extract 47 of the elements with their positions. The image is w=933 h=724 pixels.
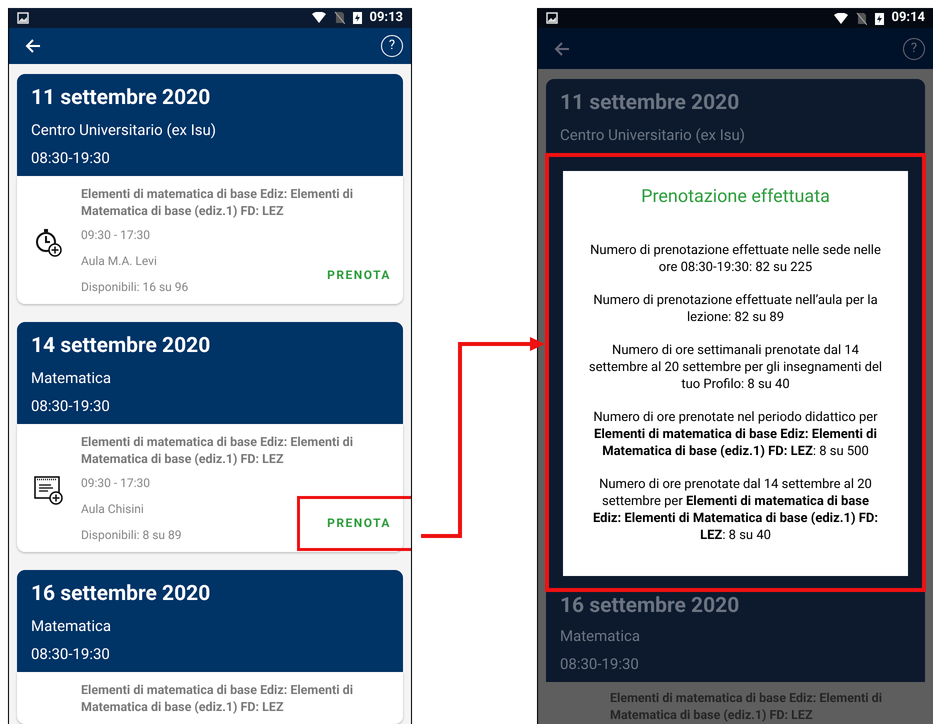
- lesson-time: 09:30 - 17:30: [81, 475, 152, 492]
- image-icon: [546, 12, 558, 24]
- status-time: 09:14: [892, 9, 925, 28]
- dialog-paragraph: Numero di ore prenotate dal 14 settembre al 20 settembre per Elementi di matematica di base Ediz: Elementi di Matematica di base (ediz.1) FD: LEZ: 8 su 40: [592, 476, 880, 544]
- card-date: 16 settembre 2020: [560, 594, 740, 618]
- card-location: Matematica: [560, 626, 641, 646]
- help-button[interactable]: ?: [903, 38, 925, 60]
- lesson-room: Aula M.A. Levi: [81, 253, 158, 270]
- lesson-availability: Disponibili: 16 su 96: [81, 279, 188, 296]
- lesson-title: Elementi di matematica di base Ediz: Elementi di Matematica di base (ediz.1) FD: LEZ: [610, 690, 883, 724]
- dialog-paragraph: Numero di prenotazione effettuate nell’aula per la lezione: 82 su 89: [592, 292, 879, 326]
- wifi-icon: [834, 12, 848, 24]
- card-date: 14 settembre 2020: [31, 333, 212, 360]
- lesson-room: Aula Chisini: [81, 501, 145, 518]
- card-hours: 08:30-19:30: [560, 654, 640, 674]
- card-location: Matematica: [31, 616, 112, 636]
- card-hours: 08:30-19:30: [31, 148, 111, 168]
- wifi-icon: [312, 12, 326, 24]
- lesson-title: Elementi di matematica di base Ediz: Elementi di Matematica di base (ediz.1) FD: LEZ: [81, 186, 354, 220]
- card-hours: 08:30-19:30: [31, 644, 111, 664]
- card-date: 11 settembre 2020: [560, 90, 740, 117]
- back-arrow-icon: [554, 40, 570, 57]
- book-button[interactable]: PRENOTA: [327, 266, 391, 284]
- book-button[interactable]: PRENOTA: [327, 514, 391, 532]
- dialog-title: Prenotazione effettuata: [641, 185, 830, 209]
- document-plus-icon: [34, 473, 64, 505]
- dialog-paragraph: Numero di ore prenotate nel periodo didattico per Elementi di matematica di base Ediz: Elementi di Matematica di base (ediz.1) FD: LEZ: 8 su 500: [592, 409, 879, 460]
- lesson-availability: Disponibili: 8 su 89: [81, 527, 182, 544]
- help-button[interactable]: ?: [381, 34, 403, 57]
- no-sim-icon: [856, 12, 866, 25]
- no-sim-icon: [334, 11, 344, 24]
- status-time: 09:13: [370, 9, 403, 27]
- card-location: Matematica: [31, 368, 112, 388]
- lesson-title: Elementi di matematica di base Ediz: Elementi di Matematica di base (ediz.1) FD: LEZ: [81, 434, 354, 468]
- back-arrow-icon: [25, 38, 41, 54]
- lesson-time: 09:30 - 17:30: [81, 227, 152, 244]
- battery-icon: [874, 12, 884, 25]
- card-date: 11 settembre 2020: [31, 85, 212, 112]
- card-location: Centro Universitario (ex Isu): [560, 125, 746, 145]
- battery-icon: [352, 11, 362, 24]
- card-hours: 08:30-19:30: [31, 396, 111, 416]
- card-location: Centro Universitario (ex Isu): [31, 120, 218, 140]
- image-icon: [17, 12, 29, 24]
- dialog-paragraph: Numero di prenotazione effettuate nelle sede nelle ore 08:30-19:30: 82 su 225: [589, 242, 882, 276]
- dialog-paragraph: Numero di ore settimanali prenotate dal 14 settembre al 20 settembre per gli insegnamenti del tuo Profilo: 8 su 40: [588, 342, 884, 393]
- lesson-title: Elementi di matematica di base Ediz: Elementi di Matematica di base (ediz.1) FD: LEZ: [81, 682, 354, 716]
- card-date: 16 settembre 2020: [31, 581, 212, 608]
